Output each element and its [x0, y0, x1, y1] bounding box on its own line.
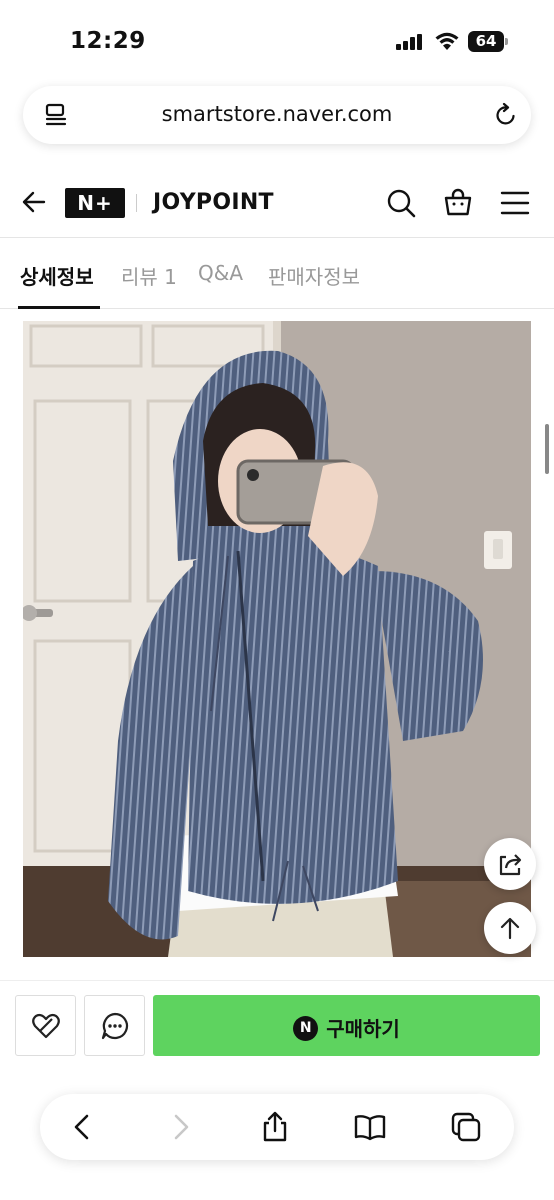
product-image — [23, 321, 531, 957]
purchase-bar: N 구매하기 — [0, 980, 554, 1070]
scroll-top-icon — [500, 917, 520, 940]
cellular-signal-icon — [396, 34, 422, 50]
buy-button-content: N 구매하기 — [153, 1013, 540, 1042]
back-icon[interactable] — [67, 1111, 99, 1143]
share-icon — [499, 854, 522, 876]
battery-indicator: 64 — [468, 31, 508, 52]
bookmarks-icon[interactable] — [354, 1111, 386, 1143]
product-tabs: 상세정보 리뷰 1 Q&A 판매자정보 — [0, 239, 554, 309]
search-icon[interactable] — [386, 188, 416, 218]
share-button[interactable] — [484, 838, 536, 890]
chat-button[interactable] — [84, 995, 145, 1056]
buy-label: 구매하기 — [326, 1017, 400, 1041]
scroll-top-button[interactable] — [484, 902, 536, 954]
buy-button[interactable]: N 구매하기 — [153, 995, 540, 1056]
brand-divider — [136, 194, 137, 212]
active-tab-indicator — [18, 306, 100, 309]
share-icon[interactable] — [259, 1111, 291, 1143]
scroll-indicator[interactable] — [545, 424, 549, 474]
wifi-icon — [435, 32, 459, 50]
wish-button[interactable] — [15, 995, 76, 1056]
status-bar: 12:29 64 — [0, 0, 554, 80]
naver-plus-logo[interactable]: N+ — [65, 188, 125, 218]
battery-level: 64 — [468, 31, 504, 52]
reload-icon[interactable] — [493, 102, 519, 128]
store-header: N+ JOYPOINT — [0, 170, 554, 238]
browser-toolbar — [40, 1094, 514, 1160]
tab-seller-info[interactable]: 판매자정보 — [268, 261, 360, 290]
tab-qna[interactable]: Q&A — [198, 261, 243, 285]
cart-icon[interactable] — [443, 187, 473, 217]
battery-tip — [505, 38, 508, 45]
url-text[interactable]: smartstore.naver.com — [23, 102, 531, 126]
wish-icon — [32, 1013, 60, 1039]
status-time: 12:29 — [70, 28, 146, 54]
address-bar[interactable]: smartstore.naver.com — [23, 86, 531, 144]
back-arrow-icon[interactable] — [20, 188, 48, 216]
tabs-icon[interactable] — [450, 1111, 482, 1143]
chat-icon — [101, 1012, 129, 1040]
tab-detail[interactable]: 상세정보 — [20, 261, 94, 290]
tab-reviews[interactable]: 리뷰 1 — [121, 261, 177, 290]
store-name[interactable]: JOYPOINT — [153, 190, 274, 215]
product-photo-illustration — [23, 321, 531, 957]
menu-icon[interactable] — [500, 189, 530, 217]
naver-pay-icon: N — [293, 1016, 319, 1041]
forward-icon[interactable] — [164, 1111, 196, 1143]
